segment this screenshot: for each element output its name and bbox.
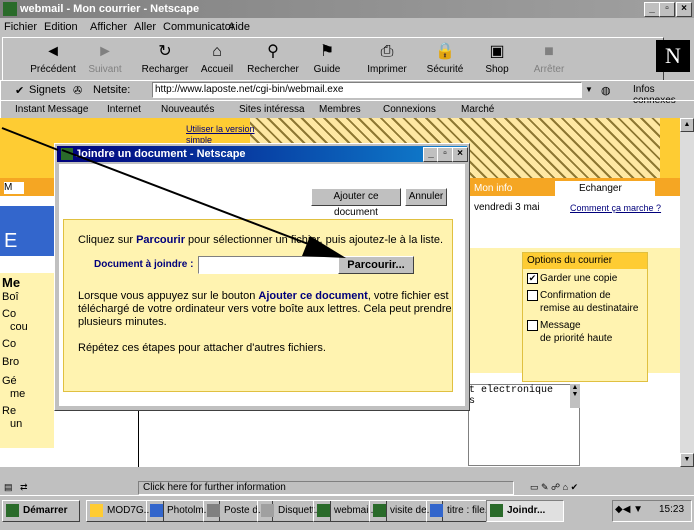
system-tray: ◆◀ ▼ 15:23 <box>612 500 692 522</box>
arrow-line-2 <box>61 149 325 251</box>
windows-taskbar: Démarrer MOD7G... Photolm... Poste d... … <box>0 495 694 530</box>
windows-logo-icon <box>6 504 19 517</box>
floppy-icon <box>261 504 274 517</box>
arrow-line-1 <box>1 127 59 151</box>
netscape-icon-3 <box>490 504 503 517</box>
start-button[interactable]: Démarrer <box>2 500 80 522</box>
computer-icon <box>207 504 220 517</box>
arrow-head <box>302 236 346 258</box>
status-bar: ▤ ⇄ Click here for further information ▭… <box>0 481 694 495</box>
security-status-icon: ⇄ <box>20 482 28 492</box>
tray-icons[interactable]: ◆◀ ▼ <box>615 504 643 515</box>
photo-app-icon <box>150 504 163 517</box>
annotation-arrows <box>1 127 346 258</box>
status-text: Click here for further information <box>138 481 514 495</box>
connection-icon: ▤ <box>4 482 13 492</box>
clock: 15:23 <box>659 504 685 515</box>
document-icon <box>430 504 443 517</box>
netscape-icon <box>317 504 330 517</box>
status-component-icons: ▭ ✎ ☍ ⌂ ✔ <box>530 482 579 492</box>
folder-icon <box>90 504 103 517</box>
netscape-icon-2 <box>373 504 386 517</box>
task-joindre-active[interactable]: Joindr... <box>486 500 564 522</box>
